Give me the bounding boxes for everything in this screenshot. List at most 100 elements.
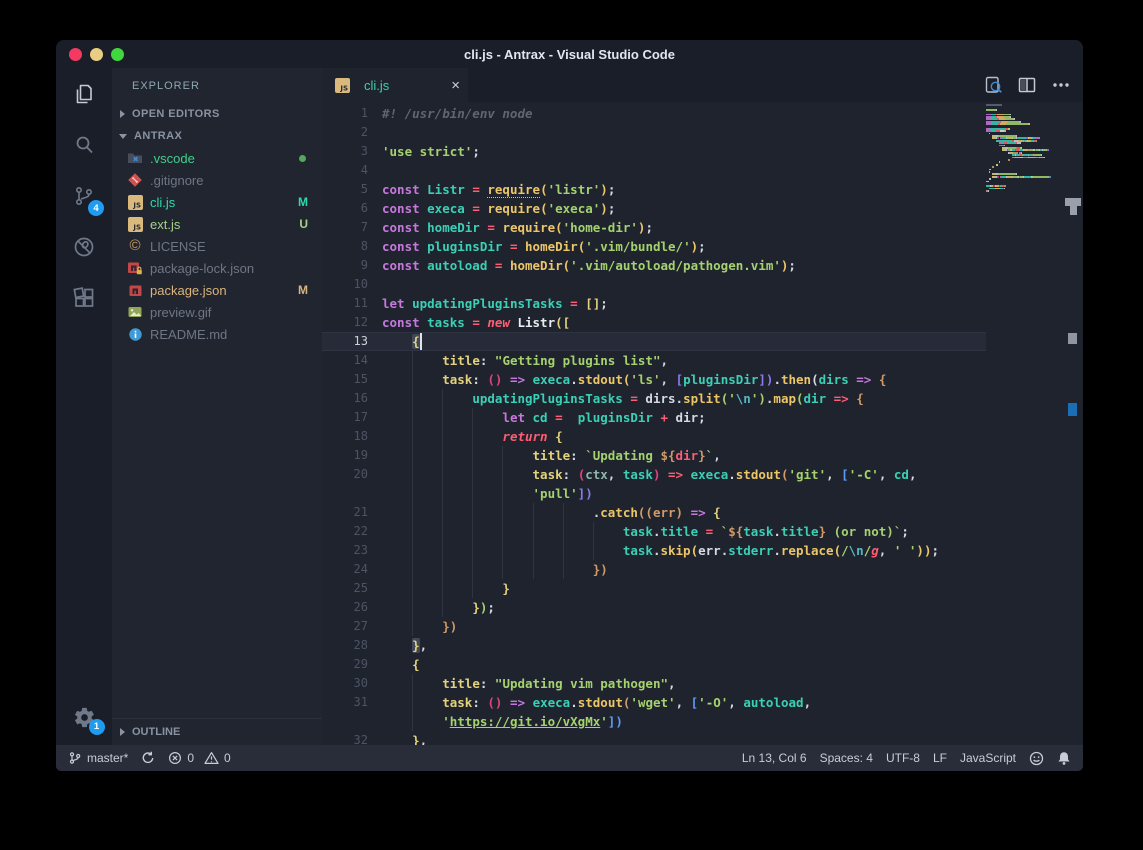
file-row-preview.gif[interactable]: preview.gif: [112, 301, 322, 323]
open-editors-section[interactable]: OPEN EDITORS: [112, 103, 322, 125]
code-line[interactable]: 29 {: [322, 655, 986, 674]
activity-source-control[interactable]: 4: [56, 170, 112, 221]
file-row-package-lock.json[interactable]: package-lock.json: [112, 257, 322, 279]
line-number[interactable]: 26: [322, 598, 382, 617]
code-line[interactable]: 18 return {: [322, 427, 986, 446]
status-line-col[interactable]: Ln 13, Col 6: [742, 751, 807, 765]
code-line[interactable]: 3'use strict';: [322, 142, 986, 161]
line-number[interactable]: 24: [322, 560, 382, 579]
status-language[interactable]: JavaScript: [960, 751, 1016, 765]
code-line[interactable]: 11let updatingPluginsTasks = [];: [322, 294, 986, 313]
line-number[interactable]: 32: [322, 731, 382, 745]
status-eol[interactable]: LF: [933, 751, 947, 765]
status-indentation[interactable]: Spaces: 4: [820, 751, 873, 765]
line-number[interactable]: 23: [322, 541, 382, 560]
code-line[interactable]: 15 task: () => execa.stdout('ls', [plugi…: [322, 370, 986, 389]
line-number[interactable]: 13: [322, 332, 382, 351]
maximize-window-button[interactable]: [111, 48, 124, 61]
code-line[interactable]: 31 task: () => execa.stdout('wget', ['-O…: [322, 693, 986, 712]
overview-ruler[interactable]: [1058, 102, 1083, 745]
line-number[interactable]: 9: [322, 256, 382, 275]
code-area[interactable]: 1#! /usr/bin/env node23'use strict';45co…: [322, 104, 986, 745]
code-line[interactable]: 21 .catch((err) => {: [322, 503, 986, 522]
manage-button[interactable]: 1: [56, 693, 112, 741]
code-line[interactable]: 1#! /usr/bin/env node: [322, 104, 986, 123]
file-row-README.md[interactable]: README.md: [112, 323, 322, 345]
title-bar[interactable]: cli.js - Antrax - Visual Studio Code: [56, 40, 1083, 68]
code-line[interactable]: 20 task: (ctx, task) => execa.stdout('gi…: [322, 465, 986, 484]
code-line[interactable]: 16 updatingPluginsTasks = dirs.split('\n…: [322, 389, 986, 408]
code-line[interactable]: 7const homeDir = require('home-dir');: [322, 218, 986, 237]
code-editor[interactable]: 1#! /usr/bin/env node23'use strict';45co…: [322, 102, 1083, 745]
code-line[interactable]: 22 task.title = `${task.title} (or not)`…: [322, 522, 986, 541]
code-line[interactable]: 2: [322, 123, 986, 142]
activity-explorer[interactable]: [56, 68, 112, 119]
code-line[interactable]: 30 title: "Updating vim pathogen",: [322, 674, 986, 693]
line-number[interactable]: 4: [322, 161, 382, 180]
more-actions-icon[interactable]: [1051, 75, 1071, 95]
line-number[interactable]: 12: [322, 313, 382, 332]
tab-cli-js[interactable]: JS cli.js ×: [322, 68, 468, 102]
line-number[interactable]: 16: [322, 389, 382, 408]
line-number[interactable]: 10: [322, 275, 382, 294]
minimize-window-button[interactable]: [90, 48, 103, 61]
code-line[interactable]: 6const execa = require('execa');: [322, 199, 986, 218]
open-changes-icon[interactable]: [983, 75, 1003, 95]
file-row-cli.js[interactable]: JScli.jsM: [112, 191, 322, 213]
notifications-button[interactable]: [1057, 751, 1071, 766]
line-number[interactable]: 25: [322, 579, 382, 598]
code-line[interactable]: 'pull']): [322, 484, 986, 503]
code-line[interactable]: 28 },: [322, 636, 986, 655]
code-line[interactable]: 27 }): [322, 617, 986, 636]
line-number[interactable]: 6: [322, 199, 382, 218]
minimap[interactable]: [986, 104, 1058, 192]
code-line[interactable]: 23 task.skip(err.stderr.replace(/\n/g, '…: [322, 541, 986, 560]
code-line[interactable]: 10: [322, 275, 986, 294]
code-line[interactable]: 13 {: [322, 332, 986, 351]
code-line[interactable]: 32 },: [322, 731, 986, 745]
file-row-LICENSE[interactable]: ©LICENSE: [112, 235, 322, 257]
code-line[interactable]: 26 });: [322, 598, 986, 617]
code-line[interactable]: 19 title: `Updating ${dir}`,: [322, 446, 986, 465]
line-number[interactable]: 21: [322, 503, 382, 522]
file-row-.gitignore[interactable]: .gitignore: [112, 169, 322, 191]
code-line[interactable]: 4: [322, 161, 986, 180]
line-number[interactable]: 7: [322, 218, 382, 237]
line-number[interactable]: 2: [322, 123, 382, 142]
sync-button[interactable]: [141, 751, 155, 765]
line-number[interactable]: 14: [322, 351, 382, 370]
line-number[interactable]: [322, 484, 382, 503]
file-row-package.json[interactable]: package.jsonM: [112, 279, 322, 301]
problems-status[interactable]: 0 0: [168, 751, 230, 765]
code-line[interactable]: 9const autoload = homeDir('.vim/autoload…: [322, 256, 986, 275]
split-editor-icon[interactable]: [1017, 75, 1037, 95]
activity-extensions[interactable]: [56, 272, 112, 323]
line-number[interactable]: 18: [322, 427, 382, 446]
code-line[interactable]: 'https://git.io/vXgMx']): [322, 712, 986, 731]
line-number[interactable]: 28: [322, 636, 382, 655]
file-row-.vscode[interactable]: .vscode: [112, 147, 322, 169]
line-number[interactable]: 27: [322, 617, 382, 636]
code-line[interactable]: 12const tasks = new Listr([: [322, 313, 986, 332]
file-row-ext.js[interactable]: JSext.jsU: [112, 213, 322, 235]
outline-section[interactable]: OUTLINE: [112, 718, 322, 745]
line-number[interactable]: 22: [322, 522, 382, 541]
git-branch-status[interactable]: master*: [68, 751, 128, 765]
line-number[interactable]: 11: [322, 294, 382, 313]
code-line[interactable]: 25 }: [322, 579, 986, 598]
close-tab-icon[interactable]: ×: [451, 78, 460, 93]
status-encoding[interactable]: UTF-8: [886, 751, 920, 765]
line-number[interactable]: [322, 712, 382, 731]
activity-debug[interactable]: [56, 221, 112, 272]
line-number[interactable]: 15: [322, 370, 382, 389]
activity-search[interactable]: [56, 119, 112, 170]
code-line[interactable]: 14 title: "Getting plugins list",: [322, 351, 986, 370]
feedback-button[interactable]: [1029, 751, 1044, 766]
code-line[interactable]: 17 let cd = pluginsDir + dir;: [322, 408, 986, 427]
line-number[interactable]: 30: [322, 674, 382, 693]
code-line[interactable]: 5const Listr = require('listr');: [322, 180, 986, 199]
code-line[interactable]: 24 }): [322, 560, 986, 579]
close-window-button[interactable]: [69, 48, 82, 61]
folder-section[interactable]: ANTRAX: [112, 125, 322, 147]
line-number[interactable]: 20: [322, 465, 382, 484]
